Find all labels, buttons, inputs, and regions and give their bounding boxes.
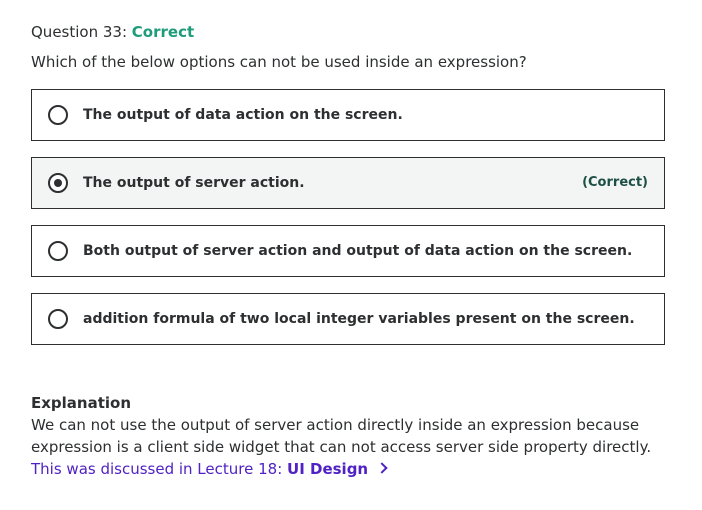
answer-option-3[interactable]: Both output of server action and output … [31,225,665,277]
answer-option-label: Both output of server action and output … [83,243,633,259]
radio-button-icon[interactable] [48,309,68,329]
lecture-link-prefix: This was discussed in Lecture 18: [31,460,288,478]
explanation-line-1: We can not use the output of server acti… [31,416,640,434]
question-header: Question 33: Correct [31,22,194,42]
chevron-right-icon [376,462,388,474]
question-status: Correct [131,23,195,41]
answer-option-label: addition formula of two local integer va… [83,311,635,327]
answer-option-1[interactable]: The output of data action on the screen. [31,89,665,141]
answer-option-label: The output of data action on the screen. [83,107,403,123]
correct-badge: (Correct) [582,175,648,190]
question-text: Which of the below options can not be us… [31,53,527,71]
answer-option-4[interactable]: addition formula of two local integer va… [31,293,665,345]
answer-option-2[interactable]: The output of server action. (Correct) [31,157,665,209]
radio-selected-dot [54,179,62,187]
lecture-link[interactable]: This was discussed in Lecture 18: UI Des… [31,458,388,480]
question-number: Question 33: [31,23,127,41]
explanation-line-2: expression is a client side widget that … [31,438,652,456]
explanation-title: Explanation [31,394,132,412]
lecture-link-name[interactable]: UI Design [287,460,368,478]
radio-button-icon[interactable] [48,105,68,125]
answer-option-label: The output of server action. [83,175,305,191]
radio-button-icon[interactable] [48,241,68,261]
radio-button-icon[interactable] [48,173,68,193]
explanation-text: We can not use the output of server acti… [31,414,671,458]
